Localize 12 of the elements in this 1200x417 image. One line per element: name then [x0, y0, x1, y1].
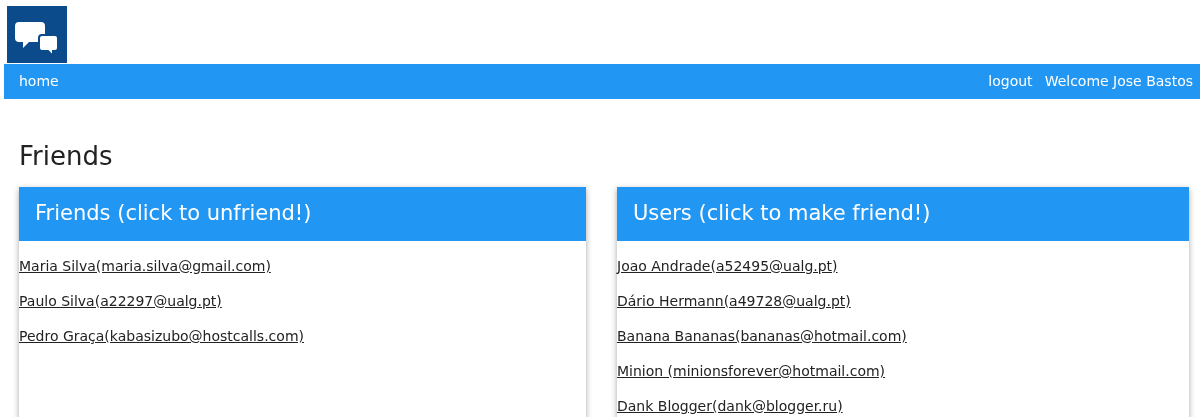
page-title: Friends	[19, 140, 114, 173]
user-link[interactable]: Banana Bananas(bananas@hotmail.com)	[617, 327, 907, 346]
panel-header: Users (click to make friend!)	[617, 187, 1189, 241]
user-link[interactable]: Maria Silva(maria.silva@gmail.com)	[19, 257, 271, 276]
user-link[interactable]: Paulo Silva(a22297@ualg.pt)	[19, 292, 222, 311]
user-link[interactable]: Joao Andrade(a52495@ualg.pt)	[617, 257, 838, 276]
user-link[interactable]: Dário Hermann(a49728@ualg.pt)	[617, 292, 851, 311]
panel-header: Friends (click to unfriend!)	[19, 187, 586, 241]
logo-icon	[7, 6, 67, 63]
user-link[interactable]: Pedro Graça(kabasizubo@hostcalls.com)	[19, 327, 304, 346]
user-link[interactable]: Minion (minionsforever@hotmail.com)	[617, 362, 886, 381]
user-link[interactable]: Dank Blogger(dank@blogger.ru)	[617, 397, 843, 416]
